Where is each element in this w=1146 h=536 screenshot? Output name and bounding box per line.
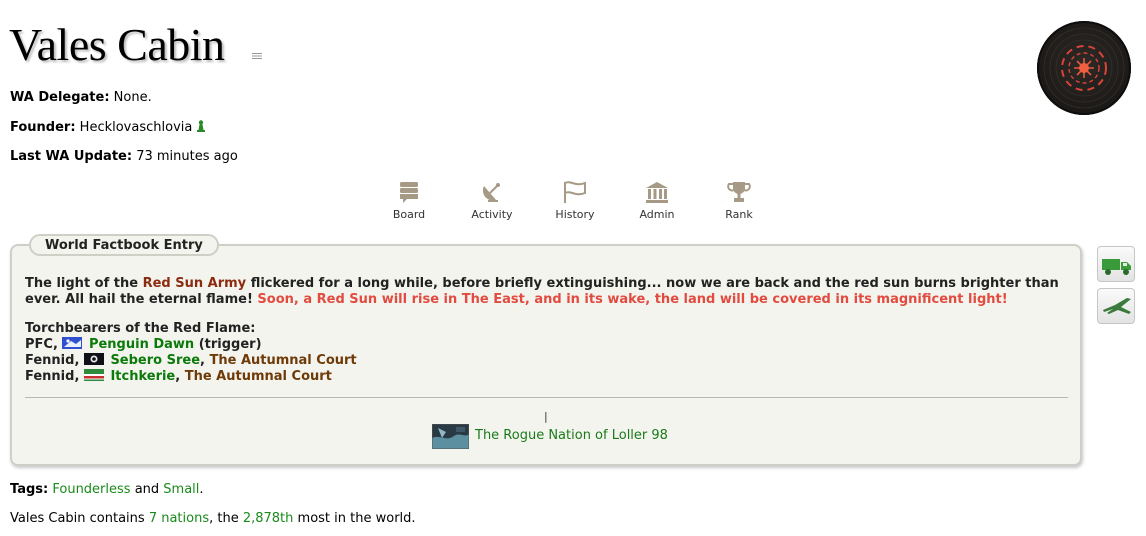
nav-rank[interactable]: Rank xyxy=(704,180,774,221)
move-region-button[interactable] xyxy=(1097,246,1135,282)
text-cursor-mark: | xyxy=(544,410,548,423)
satellite-dish-icon xyxy=(482,183,500,202)
nav-board-label: Board xyxy=(392,208,426,221)
nation-link-sebero-sree[interactable]: Sebero Sree xyxy=(110,353,200,368)
red-sun-army-text: Red Sun Army xyxy=(142,276,247,291)
tags-period: . xyxy=(199,482,204,497)
last-update-value: 73 minutes ago xyxy=(136,149,238,164)
torchbearer-rank: Fennid, xyxy=(25,353,84,368)
torchbearer-row: PFC, Penguin Dawn (trigger) xyxy=(25,337,262,353)
rss-lines-icon[interactable] xyxy=(252,53,262,59)
torchbearer-rank: Fennid, xyxy=(25,369,84,384)
wa-delegate-label: WA Delegate: xyxy=(10,90,110,105)
wa-delegate-value: None. xyxy=(113,90,152,105)
factbook-text: The light of the xyxy=(25,276,143,291)
torchbearer-suffix: (trigger) xyxy=(194,337,262,352)
nation-link-itchkerie[interactable]: Itchkerie xyxy=(110,369,175,384)
tag-link-founderless[interactable]: Founderless xyxy=(52,482,130,497)
nav-history-label: History xyxy=(555,208,595,221)
population-rank-link[interactable]: 2,878th xyxy=(243,511,294,526)
penguin-dawn-flag-icon xyxy=(62,337,83,349)
factbook-divider xyxy=(25,397,1068,398)
factbook-paragraph-1: The light of the Red Sun Army flickered … xyxy=(25,276,1059,292)
rogue-nation-link[interactable]: The Rogue Nation of Loller 98 xyxy=(475,428,668,443)
population-line: Vales Cabin contains 7 nations, the 2,87… xyxy=(10,511,416,526)
founder-line: Founder: Hecklovaschlovia xyxy=(10,120,206,135)
torchbearer-row: Fennid, Sebero Sree, The Autumnal Court xyxy=(25,353,357,369)
flag-outline-icon xyxy=(564,181,586,203)
population-text: Vales Cabin contains xyxy=(10,511,149,526)
sebero-sree-flag-icon xyxy=(83,353,104,365)
region-link-autumnal-court[interactable]: The Autumnal Court xyxy=(209,353,356,368)
founder-pawn-icon xyxy=(197,120,206,132)
torchbearer-row: Fennid, Itchkerie, The Autumnal Court xyxy=(25,369,332,385)
founder-label: Founder: xyxy=(10,120,76,135)
torchbearer-rank: PFC, xyxy=(25,337,63,352)
last-update-label: Last WA Update: xyxy=(10,149,133,164)
region-link-autumnal-court[interactable]: The Autumnal Court xyxy=(185,369,332,384)
factbook-text: flickered for a long while, before brief… xyxy=(246,276,1059,291)
nav-rank-label: Rank xyxy=(725,208,753,221)
trophy-icon xyxy=(727,182,751,202)
torchbearers-title: Torchbearers of the Red Flame: xyxy=(25,321,256,336)
population-text: most in the world. xyxy=(293,511,416,526)
nation-link-penguin-dawn[interactable]: Penguin Dawn xyxy=(89,337,194,352)
nav-activity-label: Activity xyxy=(471,208,513,221)
factbook-paragraph-1b: ever. All hail the eternal flame! Soon, … xyxy=(25,292,1008,308)
population-text: , the xyxy=(209,511,243,526)
nav-board[interactable]: Board xyxy=(374,180,444,221)
fighter-jet-icon xyxy=(1103,298,1131,314)
nav-admin[interactable]: Admin xyxy=(622,180,692,221)
last-update-line: Last WA Update: 73 minutes ago xyxy=(10,149,238,164)
torchbearer-suffix: , xyxy=(175,369,185,384)
region-title: Vales Cabin xyxy=(9,19,225,70)
board-icon xyxy=(400,182,418,203)
nav-activity[interactable]: Activity xyxy=(457,180,527,221)
tags-and: and xyxy=(130,482,164,497)
military-button[interactable] xyxy=(1097,288,1135,324)
region-flag-icon xyxy=(1037,21,1131,115)
red-sun-prophecy-text: Soon, a Red Sun will rise in The East, a… xyxy=(257,292,1008,307)
itchkerie-flag-icon xyxy=(83,369,104,381)
nav-admin-label: Admin xyxy=(639,208,675,221)
nations-count-link[interactable]: 7 nations xyxy=(149,511,209,526)
truck-icon xyxy=(1102,259,1131,275)
founder-link[interactable]: Hecklovaschlovia xyxy=(80,120,193,135)
factbook-tab-label: World Factbook Entry xyxy=(29,234,219,256)
tag-link-small[interactable]: Small xyxy=(163,482,199,497)
wa-delegate-line: WA Delegate: None. xyxy=(10,90,152,105)
tags-label: Tags: xyxy=(10,482,49,497)
tags-line: Tags: Founderless and Small. xyxy=(10,482,204,497)
nav-history[interactable]: History xyxy=(540,180,610,221)
factbook-text: ever. All hail the eternal flame! xyxy=(25,292,258,307)
government-building-icon xyxy=(646,182,668,203)
rogue-nation-flag-thumbnail[interactable] xyxy=(432,424,469,449)
